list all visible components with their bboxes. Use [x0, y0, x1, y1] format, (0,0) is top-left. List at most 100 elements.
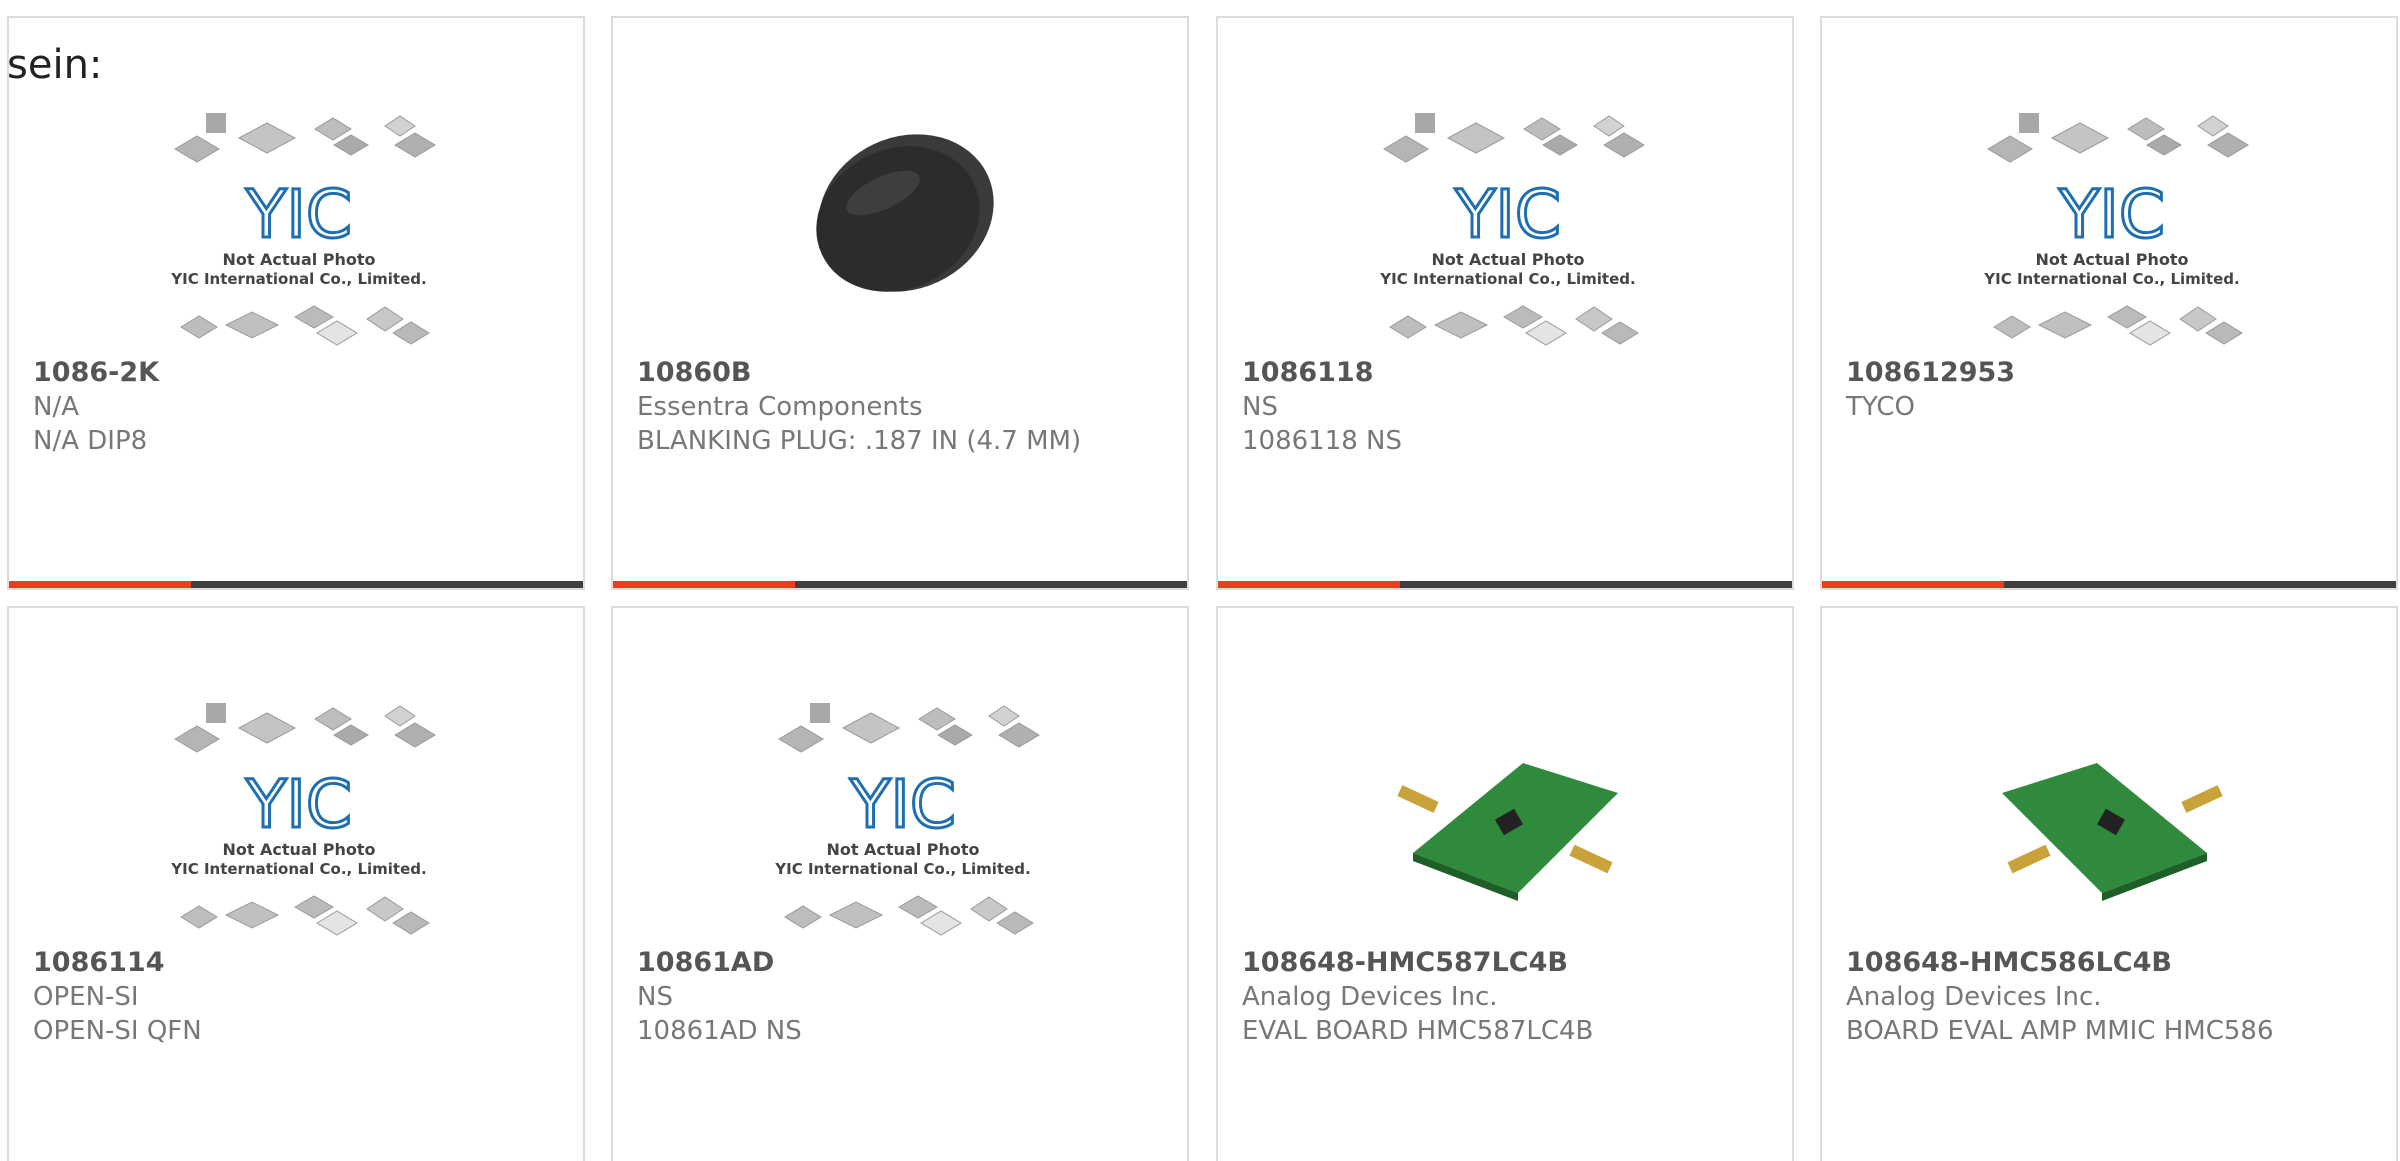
product-info: 1086118 NS 1086118 NS — [1242, 356, 1722, 458]
chip-icon — [970, 896, 1008, 922]
chip-icon — [316, 320, 358, 346]
part-number-link[interactable]: 1086118 — [1242, 356, 1722, 390]
chip-icon — [384, 115, 416, 137]
card-accent-bar — [1822, 581, 2004, 588]
yic-not-actual-photo-icon[interactable]: YICNot Actual PhotoYIC International Co.… — [693, 688, 1113, 958]
chip-icon — [988, 705, 1020, 727]
description-text: OPEN-SI QFN — [33, 1016, 202, 1046]
chip-icon — [206, 113, 226, 133]
chip-icon — [828, 901, 884, 929]
chip-icon — [918, 707, 956, 731]
card-accent-bar — [613, 581, 795, 588]
yic-not-actual-photo-icon[interactable]: YICNot Actual PhotoYIC International Co.… — [1298, 98, 1718, 368]
chip-icon — [2179, 306, 2217, 332]
chip-icon — [394, 132, 436, 158]
product-info: 108648-HMC587LC4B Analog Devices Inc. EVAL… — [1242, 946, 1722, 1048]
yic-logo: YIC — [2058, 176, 2165, 253]
card-bottom-bar — [613, 581, 1187, 588]
card-bottom-bar — [1218, 581, 1792, 588]
product-card[interactable]: YIC Not Actual Photo YIC International Co.… — [7, 606, 585, 1161]
product-card[interactable]: YIC Not Actual Photo YIC International Co.… — [611, 606, 1189, 1161]
product-info: 1086-2K N/A N/A DIP8 — [33, 356, 513, 458]
chip-icon — [1993, 315, 2031, 339]
chip-icon — [784, 905, 822, 929]
chip-icon — [180, 315, 218, 339]
chip-icon — [224, 901, 280, 929]
part-number-link[interactable]: 108648-HMC586LC4B — [1846, 946, 2326, 980]
product-info: 10860B Essentra Components BLANKING PLUG: … — [637, 356, 1117, 458]
product-card[interactable]: 10860B Essentra Components BLANKING PLUG: … — [611, 16, 1189, 590]
yic-not-actual-photo-icon[interactable]: YICNot Actual PhotoYIC International Co.… — [89, 98, 509, 368]
description-text: N/A DIP8 — [33, 426, 148, 456]
chip-icon — [237, 712, 297, 744]
part-number-link[interactable]: 1086-2K — [33, 356, 513, 390]
placeholder-caption-line1: Not Actual Photo — [1431, 250, 1584, 269]
chip-icon — [206, 703, 226, 723]
yic-logo: YIC — [245, 766, 352, 843]
chip-icon — [1503, 305, 1543, 329]
chip-icon — [2197, 115, 2229, 137]
chip-icon — [1523, 117, 1561, 141]
chip-icon — [898, 895, 938, 919]
product-info: 108612953 TYCO — [1846, 356, 2326, 424]
part-number-link[interactable]: 10861AD — [637, 946, 1117, 980]
card-bottom-bar — [9, 581, 583, 588]
chip-icon — [1987, 135, 2033, 163]
black-plug-icon[interactable] — [693, 98, 1113, 368]
placeholder-caption-line2: YIC International Co., Limited. — [1983, 270, 2239, 288]
chip-icon — [180, 905, 218, 929]
chip-icon — [937, 724, 973, 746]
manufacturer-text: TYCO — [1846, 392, 1915, 422]
product-info: 1086114 OPEN-SI OPEN-SI QFN — [33, 946, 513, 1048]
chip-icon — [392, 911, 430, 935]
product-info: 108648-HMC586LC4B Analog Devices Inc. BOAR… — [1846, 946, 2326, 1048]
manufacturer-text: Analog Devices Inc. — [1242, 982, 1498, 1012]
placeholder-caption-line1: Not Actual Photo — [2035, 250, 2188, 269]
chip-icon — [1593, 115, 1625, 137]
chip-icon — [2207, 132, 2249, 158]
chip-icon — [1575, 306, 1613, 332]
chip-icon — [841, 712, 901, 744]
manufacturer-text: N/A — [33, 392, 79, 422]
placeholder-caption-line1: Not Actual Photo — [222, 250, 375, 269]
part-number-link[interactable]: 108612953 — [1846, 356, 2326, 390]
part-number-link[interactable]: 1086114 — [33, 946, 513, 980]
product-card[interactable]: YIC Not Actual Photo YIC International Co.… — [7, 16, 585, 590]
manufacturer-text: OPEN-SI — [33, 982, 139, 1012]
eval-board-icon[interactable] — [1298, 688, 1718, 958]
chip-icon — [920, 910, 962, 936]
chip-icon — [314, 707, 352, 731]
chip-icon — [2129, 320, 2171, 346]
chip-icon — [174, 725, 220, 753]
chip-icon — [2146, 134, 2182, 156]
chip-icon — [1525, 320, 1567, 346]
chip-icon — [2050, 122, 2110, 154]
chip-icon — [314, 117, 352, 141]
placeholder-caption-line1: Not Actual Photo — [222, 840, 375, 859]
chip-icon — [366, 896, 404, 922]
description-text: EVAL BOARD HMC587LC4B — [1242, 1016, 1594, 1046]
chip-icon — [778, 725, 824, 753]
product-card[interactable]: 108648-HMC586LC4B Analog Devices Inc. BOAR… — [1820, 606, 2398, 1161]
chip-icon — [996, 911, 1034, 935]
chip-icon — [1446, 122, 1506, 154]
product-card[interactable]: YIC Not Actual Photo YIC International Co.… — [1216, 16, 1794, 590]
description-text: BOARD EVAL AMP MMIC HMC586 — [1846, 1016, 2274, 1046]
manufacturer-text: Analog Devices Inc. — [1846, 982, 2102, 1012]
chip-icon — [384, 705, 416, 727]
card-accent-bar — [1218, 581, 1400, 588]
chip-icon — [366, 306, 404, 332]
chip-icon — [237, 122, 297, 154]
chip-icon — [2127, 117, 2165, 141]
black-plug-graphic — [816, 134, 994, 292]
part-number-link[interactable]: 108648-HMC587LC4B — [1242, 946, 1722, 980]
chip-icon — [174, 135, 220, 163]
chip-icon — [1415, 113, 1435, 133]
product-card[interactable]: YIC Not Actual Photo YIC International Co.… — [1820, 16, 2398, 590]
yic-logo: YIC — [849, 766, 956, 843]
yic-not-actual-photo-icon[interactable]: YICNot Actual PhotoYIC International Co.… — [1902, 98, 2322, 368]
product-card[interactable]: 108648-HMC587LC4B Analog Devices Inc. EVAL… — [1216, 606, 1794, 1161]
yic-not-actual-photo-icon[interactable]: YICNot Actual PhotoYIC International Co.… — [89, 688, 509, 958]
part-number-link[interactable]: 10860B — [637, 356, 1117, 390]
eval-board-icon[interactable] — [1902, 688, 2322, 958]
